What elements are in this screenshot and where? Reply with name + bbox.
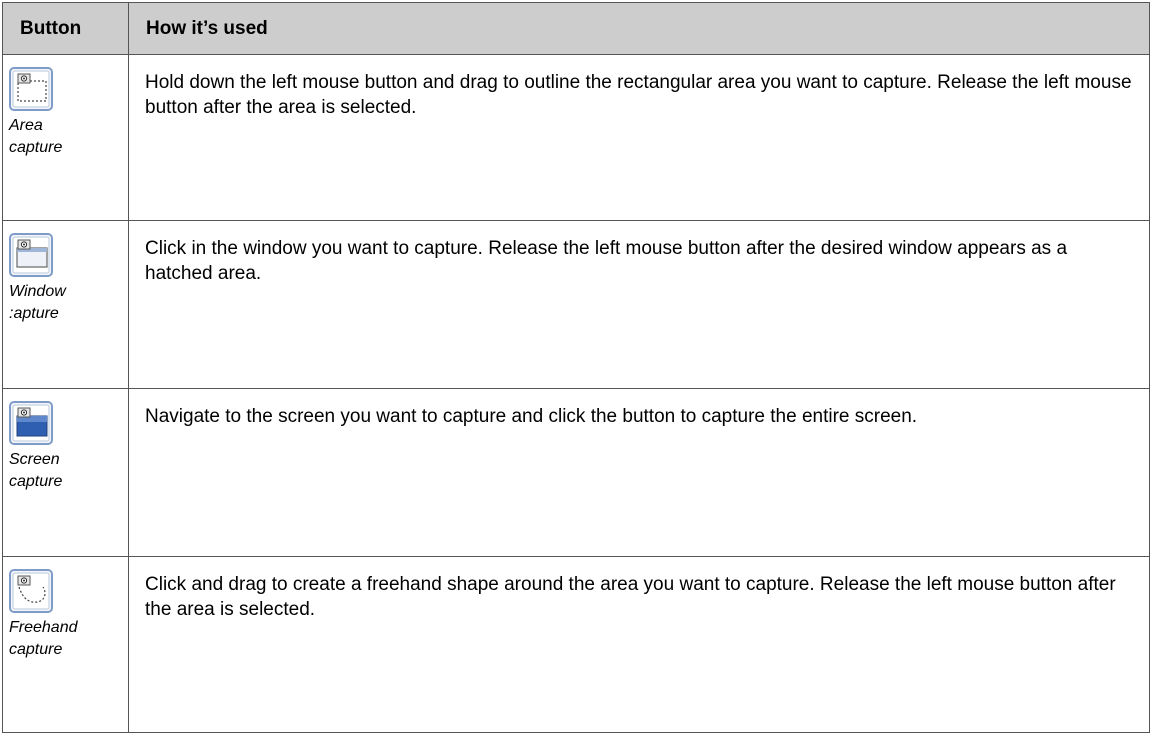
button-caption: Area capture bbox=[9, 117, 63, 156]
table-header-row: Button How it’s used bbox=[2, 2, 1150, 55]
button-cell: Area capture bbox=[2, 54, 129, 221]
button-caption: Freehand capture bbox=[9, 619, 78, 658]
table-row: Freehand capture Click and drag to creat… bbox=[2, 556, 1150, 733]
usage-description: Hold down the left mouse button and drag… bbox=[128, 54, 1150, 221]
usage-description: Click and drag to create a freehand shap… bbox=[128, 556, 1150, 733]
usage-description: Navigate to the screen you want to captu… bbox=[128, 388, 1150, 557]
table-row: Screen capture Navigate to the screen yo… bbox=[2, 388, 1150, 557]
table-row: Area capture Hold down the left mouse bu… bbox=[2, 54, 1150, 221]
freehand-capture-icon[interactable] bbox=[9, 569, 128, 613]
capture-buttons-table: Button How it’s used Area capture Hold d… bbox=[2, 2, 1150, 733]
header-usage: How it’s used bbox=[128, 2, 1150, 55]
screen-capture-icon[interactable] bbox=[9, 401, 128, 445]
button-caption: Screen capture bbox=[9, 451, 63, 490]
header-button: Button bbox=[2, 2, 129, 55]
button-caption: Window :apture bbox=[9, 283, 66, 322]
usage-description: Click in the window you want to capture.… bbox=[128, 220, 1150, 389]
button-cell: Screen capture bbox=[2, 388, 129, 557]
table-row: Window :apture Click in the window you w… bbox=[2, 220, 1150, 389]
button-cell: Window :apture bbox=[2, 220, 129, 389]
window-capture-icon[interactable] bbox=[9, 233, 128, 277]
area-capture-icon[interactable] bbox=[9, 67, 128, 111]
button-cell: Freehand capture bbox=[2, 556, 129, 733]
